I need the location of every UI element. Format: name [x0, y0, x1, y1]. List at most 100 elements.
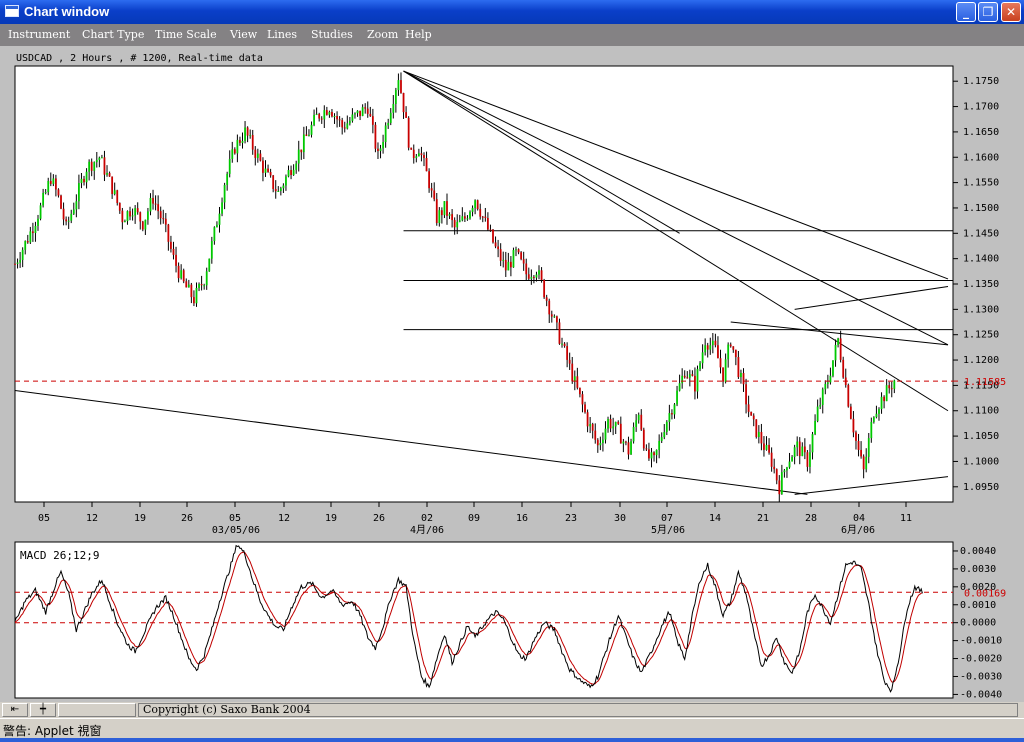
candle-up — [875, 413, 878, 418]
macd-tick-label: -0.0030 — [960, 671, 1002, 682]
price-tick-label: 1.1100 — [963, 406, 999, 417]
time-tick-label: 28 — [805, 513, 817, 524]
time-tick-label: 26 — [181, 513, 193, 524]
price-tick-label: 1.1000 — [963, 456, 999, 467]
candle-down — [522, 259, 525, 264]
price-tick-label: 1.1650 — [963, 127, 999, 138]
candle-up — [878, 409, 880, 414]
candle-up — [701, 352, 704, 364]
menu-lines[interactable]: Lines — [267, 28, 297, 41]
candle-up — [315, 113, 318, 115]
menu-time-scale[interactable]: Time Scale — [155, 28, 217, 41]
candle-up — [241, 140, 244, 143]
close-button[interactable]: ✕ — [1001, 2, 1021, 22]
candle-up — [724, 359, 727, 382]
candle-down — [798, 441, 801, 457]
time-tick-label: 02 — [421, 513, 433, 524]
menu-zoom[interactable]: Zoom — [367, 28, 398, 41]
price-tick-label: 1.1550 — [963, 178, 999, 189]
candle-down — [111, 176, 114, 195]
candle-down — [489, 229, 492, 231]
candle-down — [806, 452, 809, 467]
candle-down — [290, 170, 292, 175]
crosshair-button[interactable]: ┿ — [30, 703, 56, 717]
maximize-button[interactable]: ❐ — [978, 2, 998, 22]
candle-up — [205, 271, 208, 286]
candle-down — [83, 178, 85, 183]
candle-down — [745, 384, 747, 405]
candle-down — [653, 452, 655, 456]
candle-up — [39, 205, 42, 219]
menu-view[interactable]: View — [230, 28, 257, 41]
scroll-left-button[interactable]: ⇤ — [2, 703, 28, 717]
candle-down — [857, 440, 860, 450]
candle-down — [563, 343, 566, 347]
price-tick-label: 1.1250 — [963, 330, 999, 341]
candle-up — [819, 404, 822, 407]
candle-down — [849, 406, 852, 419]
candle-up — [502, 259, 505, 261]
candle-up — [16, 262, 19, 264]
candle-up — [208, 258, 211, 272]
candle-down — [694, 375, 696, 392]
candle-up — [210, 241, 213, 259]
menu-instrument[interactable]: Instrument — [8, 28, 70, 41]
candle-up — [456, 221, 459, 228]
minimize-button[interactable]: _ — [956, 2, 976, 22]
candle-down — [648, 449, 650, 459]
candle-down — [267, 168, 269, 173]
price-tick-label: 1.1050 — [963, 431, 999, 442]
candle-down — [320, 118, 323, 120]
candle-up — [379, 148, 382, 152]
candle-up — [218, 213, 221, 225]
candle-down — [568, 359, 571, 364]
candle-up — [346, 123, 349, 129]
current-price-label: 1.11585 — [964, 377, 1006, 388]
candle-down — [594, 430, 597, 440]
candle-up — [282, 185, 285, 189]
time-tick-label: 30 — [614, 513, 626, 524]
candle-down — [890, 388, 893, 390]
candle-up — [297, 149, 300, 164]
candle-down — [325, 110, 328, 115]
candle-down — [402, 92, 405, 113]
candle-up — [740, 373, 742, 378]
candle-down — [272, 175, 275, 190]
candle-up — [394, 90, 397, 104]
candle-down — [54, 178, 57, 190]
candle-down — [714, 340, 717, 346]
candle-down — [586, 412, 589, 427]
candle-up — [826, 382, 829, 384]
scroll-slot[interactable] — [58, 703, 136, 717]
time-tick-label: 12 — [278, 513, 290, 524]
candle-up — [333, 115, 336, 117]
candle-down — [737, 357, 740, 378]
candle-down — [341, 120, 344, 128]
menu-help[interactable]: Help — [405, 28, 432, 41]
menu-chart-type[interactable]: Chart Type — [82, 28, 144, 41]
candle-up — [872, 417, 875, 422]
candle-up — [443, 201, 446, 216]
candle-up — [663, 432, 666, 438]
candle-down — [154, 203, 157, 205]
candle-up — [668, 413, 671, 422]
candle-down — [463, 216, 466, 219]
candle-down — [752, 415, 755, 420]
candle-up — [589, 424, 592, 427]
candle-down — [576, 376, 579, 388]
macd-tick-label: -0.0010 — [960, 636, 1002, 647]
candle-up — [709, 345, 712, 350]
candle-down — [717, 345, 719, 359]
price-tick-label: 1.0950 — [963, 482, 999, 493]
candle-down — [479, 209, 482, 217]
macd-tick-label: 0.0040 — [960, 546, 996, 557]
candle-up — [635, 420, 638, 427]
menu-studies[interactable]: Studies — [311, 28, 353, 41]
candle-down — [525, 263, 528, 275]
macd-tick-label: 0.0000 — [960, 618, 996, 629]
candle-down — [118, 202, 121, 211]
time-tick-label: 11 — [900, 513, 912, 524]
candle-up — [711, 340, 714, 346]
candle-down — [671, 413, 673, 415]
macd-plot-area[interactable] — [14, 541, 954, 699]
